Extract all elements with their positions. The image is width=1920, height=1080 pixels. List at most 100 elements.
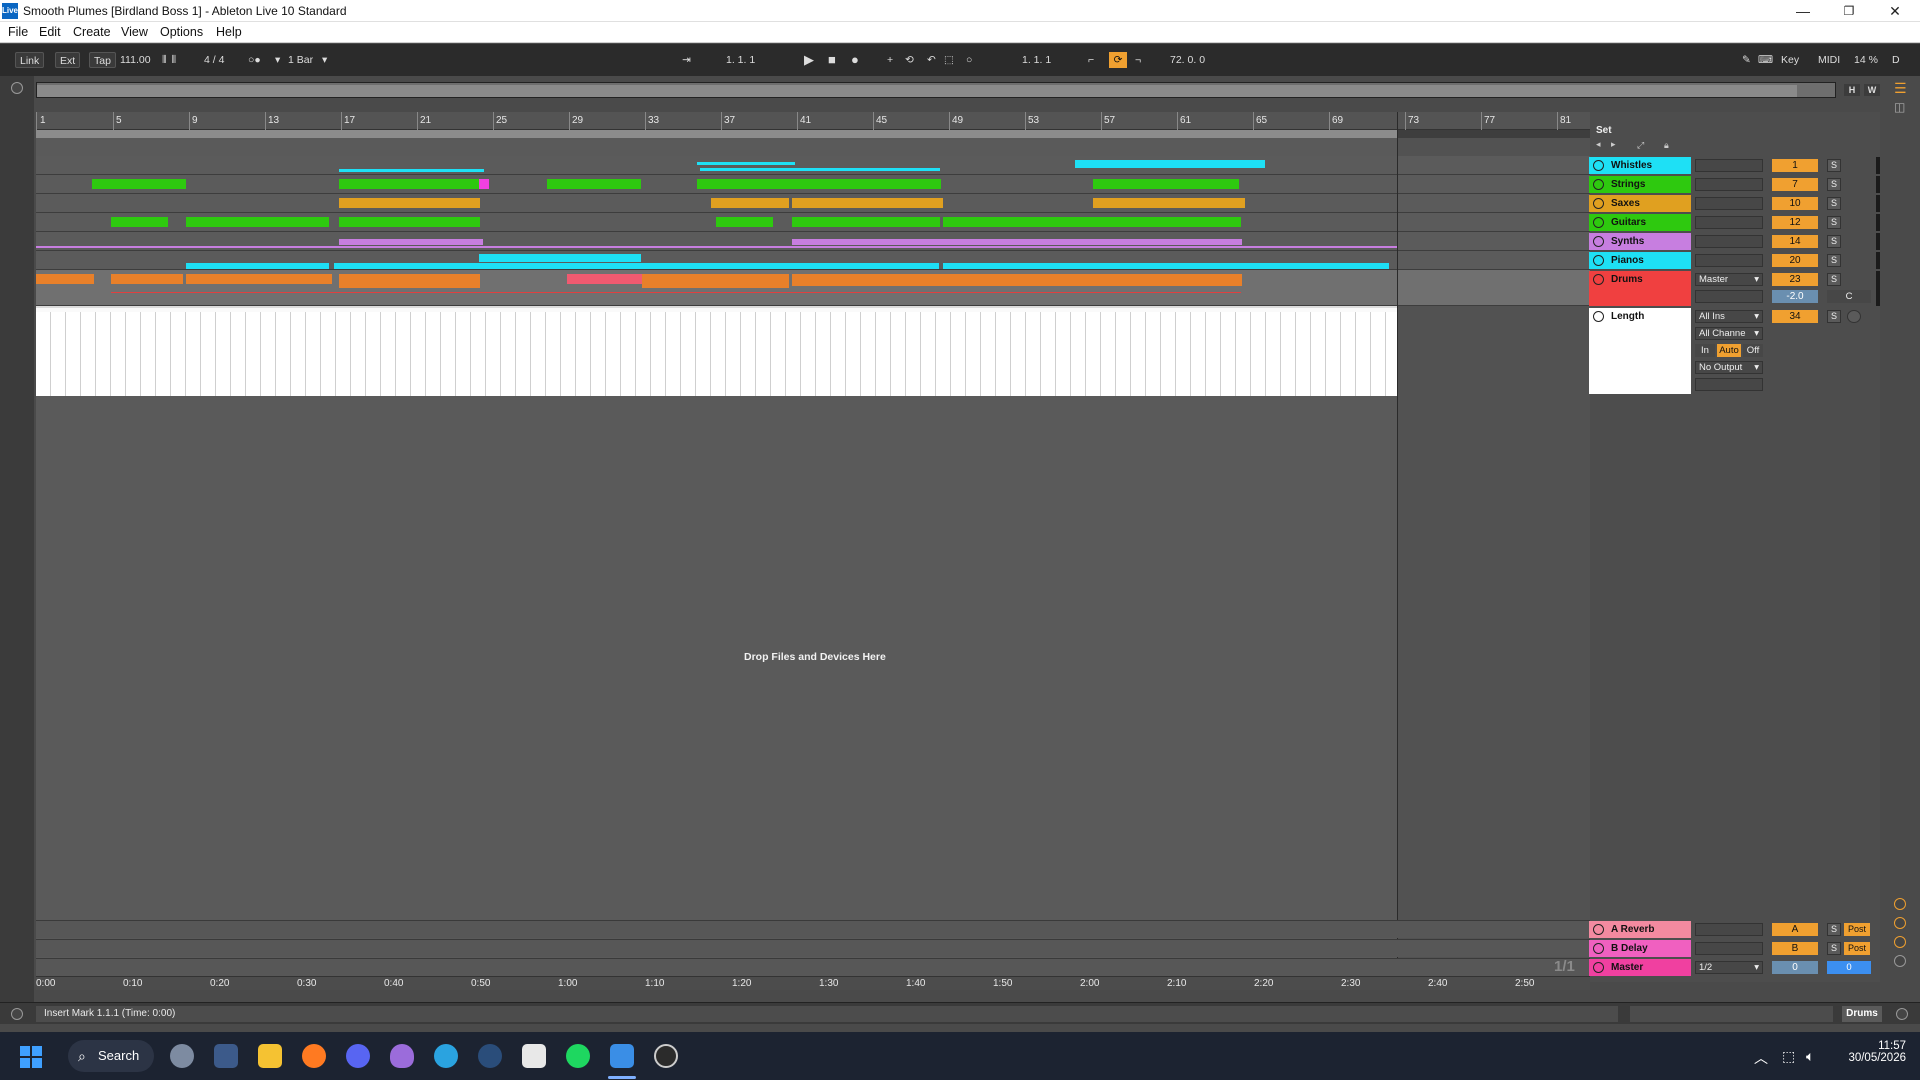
menu-options[interactable]: Options <box>160 25 203 39</box>
firefox-icon[interactable] <box>302 1044 326 1068</box>
reenable-automation-icon[interactable]: ↶ <box>927 52 936 68</box>
monitor-in-button[interactable]: In <box>1695 344 1715 357</box>
set-nav-forward-icon[interactable]: ▸ <box>1611 139 1616 150</box>
link-button[interactable]: Link <box>15 52 45 68</box>
obsidian-icon[interactable] <box>390 1044 414 1068</box>
clip[interactable] <box>943 263 1389 269</box>
send-a-value[interactable]: A <box>1772 923 1818 936</box>
punch-in-icon[interactable]: ⌐ <box>1088 52 1094 68</box>
return-lane-a-reverb[interactable] <box>36 920 1590 938</box>
clip[interactable] <box>547 179 641 189</box>
ableton-live-icon[interactable] <box>610 1044 634 1068</box>
sends-toggle-icon[interactable] <box>1894 917 1906 929</box>
solo-button-whistles[interactable]: S <box>1827 159 1841 172</box>
browser-toggle-icon[interactable] <box>11 82 23 94</box>
track-activator-icon[interactable] <box>1593 198 1604 209</box>
track-input-whistles[interactable] <box>1695 159 1763 172</box>
menu-edit[interactable]: Edit <box>39 25 61 39</box>
loop-brace[interactable] <box>36 130 1398 138</box>
record-icon[interactable]: ● <box>851 52 859 68</box>
clip[interactable] <box>92 179 186 189</box>
track-activator-icon[interactable] <box>1593 217 1604 228</box>
monitor-off-button[interactable]: Off <box>1743 344 1763 357</box>
track-output-drums[interactable]: Master ▾ <box>1695 273 1763 286</box>
clip[interactable] <box>792 217 940 227</box>
track-activator-icon[interactable] <box>1593 179 1604 190</box>
track-lane-synths[interactable] <box>36 232 1590 251</box>
loop-start-field[interactable]: 1. 1. 1 <box>1022 52 1051 68</box>
return-input-b-delay[interactable] <box>1695 942 1763 955</box>
spotify-icon[interactable] <box>566 1044 590 1068</box>
track-lane-strings[interactable] <box>36 175 1590 194</box>
solo-button-synths[interactable]: S <box>1827 235 1841 248</box>
menu-help[interactable]: Help <box>216 25 242 39</box>
midi-from-dropdown[interactable]: All Ins ▾ <box>1695 310 1763 323</box>
file-explorer-icon[interactable] <box>258 1044 282 1068</box>
obs-icon[interactable] <box>654 1044 678 1068</box>
zoom-width-button[interactable]: W <box>1864 84 1880 96</box>
clip[interactable] <box>792 239 1242 245</box>
computer-keyboard-icon[interactable]: ⌨ <box>1758 52 1773 68</box>
track-lane-whistles[interactable] <box>36 156 1590 175</box>
set-nav-back-icon[interactable]: ◂ <box>1596 139 1601 150</box>
telegram-icon[interactable] <box>434 1044 458 1068</box>
master-output-dropdown[interactable]: 1/2 ▾ <box>1695 961 1763 974</box>
track-header-saxes[interactable]: Saxes <box>1589 195 1691 212</box>
session-record-icon[interactable]: ○ <box>966 52 972 68</box>
midi-channel-dropdown[interactable]: All Channe ▾ <box>1695 327 1763 340</box>
clock[interactable]: 11:57 30/05/2026 <box>1838 1040 1906 1064</box>
clip[interactable] <box>339 169 484 172</box>
track-volume-saxes[interactable]: 10 <box>1772 197 1818 210</box>
track-header-guitars[interactable]: Guitars <box>1589 214 1691 231</box>
track-input-saxes[interactable] <box>1695 197 1763 210</box>
clip[interactable] <box>111 217 168 227</box>
zoom-height-button[interactable]: H <box>1844 84 1860 96</box>
overdub-icon[interactable]: + <box>887 52 893 68</box>
close-button[interactable]: ✕ <box>1872 0 1918 22</box>
clip[interactable] <box>339 217 480 227</box>
midi-to-channel[interactable] <box>1695 378 1763 391</box>
clip[interactable] <box>479 179 489 189</box>
time-ruler[interactable]: 0:00 0:10 0:20 0:30 0:40 0:50 1:00 1:10 … <box>36 976 1590 990</box>
track-volume-guitars[interactable]: 12 <box>1772 216 1818 229</box>
draw-mode-icon[interactable]: ✎ <box>1742 52 1751 68</box>
discord-icon[interactable] <box>346 1044 370 1068</box>
track-header-drums[interactable]: Drums <box>1589 271 1691 306</box>
clip[interactable] <box>339 239 483 245</box>
solo-button-length[interactable]: S <box>1827 310 1841 323</box>
clip[interactable] <box>36 274 94 284</box>
overview-visible-range[interactable] <box>37 85 1797 97</box>
clip[interactable] <box>334 263 939 269</box>
clip[interactable] <box>186 274 332 284</box>
track-volume-length[interactable]: 34 <box>1772 310 1818 323</box>
track-input-guitars[interactable] <box>1695 216 1763 229</box>
solo-button-drums[interactable]: S <box>1827 273 1841 286</box>
clip[interactable] <box>479 254 641 262</box>
time-signature-field[interactable]: 4 / 4 <box>204 52 224 68</box>
tap-button[interactable]: Tap <box>89 52 116 68</box>
track-lane-drums[interactable] <box>36 270 1590 306</box>
clip[interactable] <box>792 198 943 208</box>
track-lane-guitars[interactable] <box>36 213 1590 232</box>
clip[interactable] <box>1075 160 1265 168</box>
clip[interactable] <box>1093 179 1239 189</box>
stop-icon[interactable]: ■ <box>828 52 836 68</box>
taskbar-search[interactable]: ⌕ Search <box>68 1040 154 1072</box>
key-map-button[interactable]: Key <box>1781 52 1799 68</box>
clip[interactable] <box>711 198 789 208</box>
track-volume-strings[interactable]: 7 <box>1772 178 1818 191</box>
track-activator-icon[interactable] <box>1593 255 1604 266</box>
pan-knob-drums[interactable]: C <box>1827 290 1871 303</box>
clip[interactable] <box>943 217 1241 227</box>
follow-icon[interactable]: ⇥ <box>682 52 691 68</box>
master-volume[interactable]: 0 <box>1772 961 1818 974</box>
set-resize-icon[interactable]: ⤢ <box>1637 140 1644 151</box>
midi-map-button[interactable]: MIDI <box>1818 52 1840 68</box>
clip[interactable] <box>111 274 183 284</box>
capture-icon[interactable]: ⬚ <box>944 52 954 68</box>
settings-icon[interactable] <box>170 1044 194 1068</box>
clip[interactable] <box>186 263 329 269</box>
clip[interactable] <box>700 168 940 171</box>
automation-line[interactable] <box>111 292 1241 293</box>
steam-icon[interactable] <box>478 1044 502 1068</box>
